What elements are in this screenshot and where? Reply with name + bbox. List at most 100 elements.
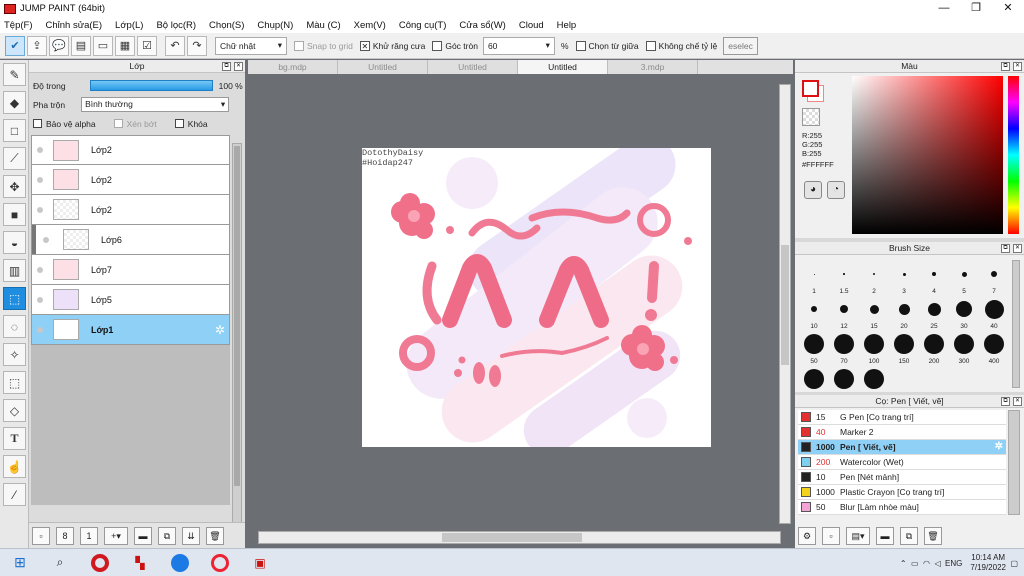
- new-layer-icon[interactable]: ▫: [32, 526, 50, 545]
- layer-row[interactable]: Lớp2: [31, 195, 230, 225]
- select-eraser-tool-icon[interactable]: ◇: [3, 399, 26, 422]
- brush-size-option[interactable]: 300: [949, 330, 979, 365]
- gradient-tool-icon[interactable]: ▥: [3, 259, 26, 282]
- fill-rect-tool-icon[interactable]: ■: [3, 203, 26, 226]
- layer-row[interactable]: Lớp2: [31, 165, 230, 195]
- gear-icon[interactable]: ✲: [215, 323, 225, 337]
- tab-bg[interactable]: bg.mdp: [248, 60, 338, 74]
- new-layer-1bit-icon[interactable]: 1: [80, 526, 98, 545]
- fixed-ratio-checkbox[interactable]: Không chế tỷ lệ: [645, 40, 717, 51]
- brush-scrollbar[interactable]: [1012, 260, 1020, 388]
- merge-layer-icon[interactable]: ⇊: [182, 526, 200, 545]
- menu-color[interactable]: Màu (C): [306, 20, 340, 31]
- saturation-value-picker[interactable]: [852, 76, 1003, 234]
- brush-size-option[interactable]: 15: [859, 295, 889, 330]
- hand-tool-icon[interactable]: ☝: [3, 455, 26, 478]
- brush-size-option[interactable]: 70: [829, 330, 859, 365]
- delete-layer-icon[interactable]: 🗑: [206, 526, 224, 545]
- language-indicator[interactable]: ENG: [945, 559, 962, 568]
- menu-layer[interactable]: Lớp(L): [115, 20, 143, 31]
- brush-size-option[interactable]: 5: [949, 260, 979, 295]
- tool-settings-icon[interactable]: ⚙: [798, 527, 816, 545]
- tool-preset-item[interactable]: 15 G Pen [Cọ trang trí]: [798, 410, 1006, 425]
- panel-close-icon[interactable]: ✕: [1013, 397, 1022, 406]
- opera-gx-icon[interactable]: [200, 549, 240, 576]
- tab-untitled-active[interactable]: Untitled: [518, 60, 608, 74]
- menu-edit[interactable]: Chỉnh sửa(E): [46, 20, 103, 31]
- battery-icon[interactable]: ▭: [911, 559, 919, 568]
- layer-scrollbar[interactable]: [232, 143, 242, 571]
- brush-size-option[interactable]: 10: [799, 295, 829, 330]
- transparent-color-swatch[interactable]: [802, 108, 820, 126]
- color-picker-icon[interactable]: ◔: [827, 181, 845, 199]
- wifi-icon[interactable]: ◠: [923, 559, 930, 568]
- folder-icon[interactable]: ▬: [876, 527, 894, 545]
- tool-preset-item[interactable]: 1000 Plastic Crayon [Cọ trang trí]: [798, 485, 1006, 500]
- clipping-checkbox[interactable]: Xén bớt: [113, 119, 157, 129]
- jump-paint-taskbar-icon[interactable]: ▣: [240, 549, 280, 576]
- deselect-button[interactable]: eselec: [723, 36, 758, 55]
- zalo-icon[interactable]: [160, 549, 200, 576]
- artboard[interactable]: DotothyDaisy #Hoidap247: [362, 148, 711, 447]
- snap-to-grid-checkbox[interactable]: Snap to grid: [294, 40, 353, 51]
- tab-3[interactable]: 3.mdp: [608, 60, 698, 74]
- brush-size-option[interactable]: 1: [799, 260, 829, 295]
- panel-close-icon[interactable]: ✕: [234, 62, 243, 71]
- line-tool-icon[interactable]: ⟋: [3, 147, 26, 170]
- select-center-checkbox[interactable]: Chọn từ giữa: [575, 40, 639, 51]
- shape-select[interactable]: Chữ nhật ▾: [215, 36, 287, 55]
- brush-size-option[interactable]: 150: [889, 330, 919, 365]
- brush-size-option[interactable]: 4: [919, 260, 949, 295]
- round-value-input[interactable]: 60 ▾: [482, 36, 555, 55]
- minimize-button[interactable]: —: [928, 0, 960, 17]
- tray-chevron-icon[interactable]: ⌃: [900, 559, 907, 568]
- export-icon[interactable]: ⇪: [27, 35, 47, 56]
- tool-preset-selected[interactable]: 1000 Pen [ Viết, vẽ] ✲: [798, 440, 1006, 455]
- hue-slider[interactable]: [1008, 76, 1019, 234]
- lock-checkbox[interactable]: Khóa: [174, 119, 208, 129]
- layer-row-selected[interactable]: Lớp1 ✲: [31, 315, 230, 345]
- menu-view[interactable]: Xem(V): [354, 20, 386, 31]
- detach-icon[interactable]: ⧉: [222, 62, 231, 71]
- brush-size-option[interactable]: 1.5: [829, 260, 859, 295]
- palette-icon[interactable]: ◕: [804, 181, 822, 199]
- antialias-checkbox[interactable]: ✕ Khử răng cưa: [359, 40, 425, 51]
- select-pen-tool-icon[interactable]: ⬚: [3, 371, 26, 394]
- lasso-tool-icon[interactable]: ◌: [3, 315, 26, 338]
- panel-close-icon[interactable]: ✕: [1013, 62, 1022, 71]
- opera-icon[interactable]: [80, 549, 120, 576]
- protect-alpha-checkbox[interactable]: Bảo vệ alpha: [33, 119, 96, 129]
- opacity-slider[interactable]: [89, 80, 213, 91]
- brush-size-option[interactable]: 400: [979, 330, 1009, 365]
- tab-untitled-2[interactable]: Untitled: [428, 60, 518, 74]
- eyedropper-tool-icon[interactable]: ⁄: [3, 483, 26, 506]
- detach-icon[interactable]: ⧉: [1001, 62, 1010, 71]
- menu-window[interactable]: Cửa sổ(W): [459, 20, 505, 31]
- clock[interactable]: 10:14 AM 7/19/2022: [970, 553, 1006, 573]
- menu-filter[interactable]: Bộ lọc(R): [156, 20, 196, 31]
- detach-icon[interactable]: ⧉: [1001, 244, 1010, 253]
- layer-row[interactable]: Lớp7: [31, 255, 230, 285]
- brush-size-option[interactable]: 25: [919, 295, 949, 330]
- foreground-color-swatch[interactable]: [802, 80, 819, 97]
- delete-tool-icon[interactable]: 🗑: [924, 527, 942, 545]
- volume-icon[interactable]: ◁: [934, 559, 940, 568]
- visibility-icon[interactable]: [37, 147, 43, 153]
- select-rect-tool-icon[interactable]: ⬚: [3, 287, 26, 310]
- tool-preset-item[interactable]: 10 Pen [Nét mảnh]: [798, 470, 1006, 485]
- brush-size-option[interactable]: 40: [979, 295, 1009, 330]
- tab-untitled-1[interactable]: Untitled: [338, 60, 428, 74]
- undo-icon[interactable]: ↶: [165, 35, 185, 56]
- page-icon[interactable]: ▭: [93, 35, 113, 56]
- eraser-tool-icon[interactable]: ◆: [3, 91, 26, 114]
- canvas-vertical-scrollbar[interactable]: [779, 84, 791, 524]
- visibility-icon[interactable]: [37, 326, 43, 333]
- gear-icon[interactable]: ✲: [995, 441, 1003, 452]
- add-layer-menu-icon[interactable]: +▾: [104, 526, 128, 545]
- menu-help[interactable]: Help: [557, 20, 577, 31]
- text-tool-icon[interactable]: T: [3, 427, 26, 450]
- layer-row[interactable]: Lớp6: [31, 225, 230, 255]
- visibility-icon[interactable]: [43, 236, 49, 243]
- round-corner-checkbox[interactable]: Góc tròn: [432, 40, 478, 51]
- tool-preset-item[interactable]: 50 Blur [Làm nhòe màu]: [798, 500, 1006, 515]
